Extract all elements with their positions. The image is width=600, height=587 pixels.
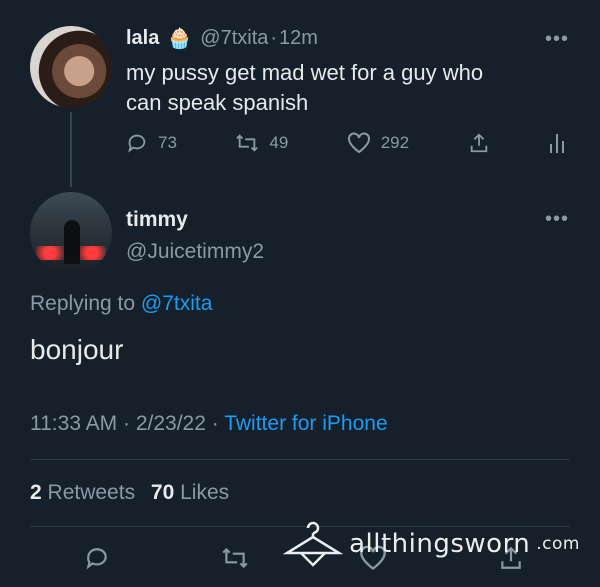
share-button[interactable] xyxy=(468,132,490,154)
tweet-actions: 73 49 292 xyxy=(126,132,566,154)
watermark-domain: .com xyxy=(536,534,580,554)
display-name[interactable]: lala xyxy=(126,27,159,50)
more-options-icon[interactable]: ••• xyxy=(545,28,569,51)
handle[interactable]: @7txita xyxy=(200,27,268,50)
tweet-text-line-1: my pussy get mad wet for a guy who xyxy=(126,60,484,85)
original-tweet-text: my pussy get mad wet for a guy who can s… xyxy=(126,58,483,118)
share-icon xyxy=(470,133,487,153)
avatar-lala[interactable] xyxy=(30,26,112,108)
tweet-source[interactable]: Twitter for iPhone xyxy=(224,412,387,435)
reply-text: bonjour xyxy=(30,334,124,365)
watermark-brand: allthingsworn xyxy=(349,529,531,559)
replying-to: Replying to @7txita xyxy=(30,292,212,316)
analytics-icon xyxy=(549,134,564,153)
avatar-timmy[interactable] xyxy=(30,192,112,274)
reply-button[interactable]: 73 xyxy=(126,132,177,154)
reply-author: timmy @Juicetimmy2 xyxy=(126,208,264,264)
hanger-logo-icon xyxy=(283,521,344,567)
likes-label: Likes xyxy=(180,481,230,504)
reply-count: 73 xyxy=(158,133,177,152)
timestamp[interactable]: 11:33 AM · 2/23/22 xyxy=(30,412,206,435)
separator-dot: · xyxy=(211,412,219,435)
divider xyxy=(30,459,570,460)
handle[interactable]: @Juicetimmy2 xyxy=(126,240,264,264)
retweet-icon xyxy=(236,134,259,152)
display-name[interactable]: timmy xyxy=(126,208,264,232)
watermark: allthingsworn .com xyxy=(283,519,580,569)
analytics-button[interactable] xyxy=(548,132,566,154)
engagement-stats: 2 Retweets 70 Likes xyxy=(30,481,229,505)
retweet-count: 49 xyxy=(269,133,289,152)
heart-icon xyxy=(347,132,370,154)
separator-dot: · xyxy=(270,27,278,49)
retweets-label: Retweets xyxy=(47,481,136,504)
time-ago[interactable]: 12m xyxy=(279,27,318,50)
like-count: 292 xyxy=(380,133,410,152)
cupcake-emoji-icon: 🧁 xyxy=(167,28,193,50)
retweet-icon[interactable] xyxy=(221,545,249,571)
reply-icon xyxy=(128,134,146,153)
more-options-icon[interactable]: ••• xyxy=(545,208,569,231)
like-button[interactable]: 292 xyxy=(347,132,409,154)
retweets-count: 2 xyxy=(30,481,42,504)
reply-icon[interactable] xyxy=(84,545,110,571)
retweet-button[interactable]: 49 xyxy=(235,132,288,154)
tweet-meta: 11:33 AM · 2/23/22 · Twitter for iPhone xyxy=(30,412,388,436)
likes-stat[interactable]: 70 Likes xyxy=(151,481,229,504)
retweets-stat[interactable]: 2 Retweets xyxy=(30,481,141,504)
thread-line xyxy=(70,112,72,187)
likes-count: 70 xyxy=(150,481,175,504)
replying-to-label: Replying to xyxy=(30,292,136,315)
replying-to-handle[interactable]: @7txita xyxy=(141,292,213,315)
tweet-text-line-2: can speak spanish xyxy=(126,90,309,115)
original-tweet-header: lala 🧁 @7txita · 12m xyxy=(126,26,318,51)
